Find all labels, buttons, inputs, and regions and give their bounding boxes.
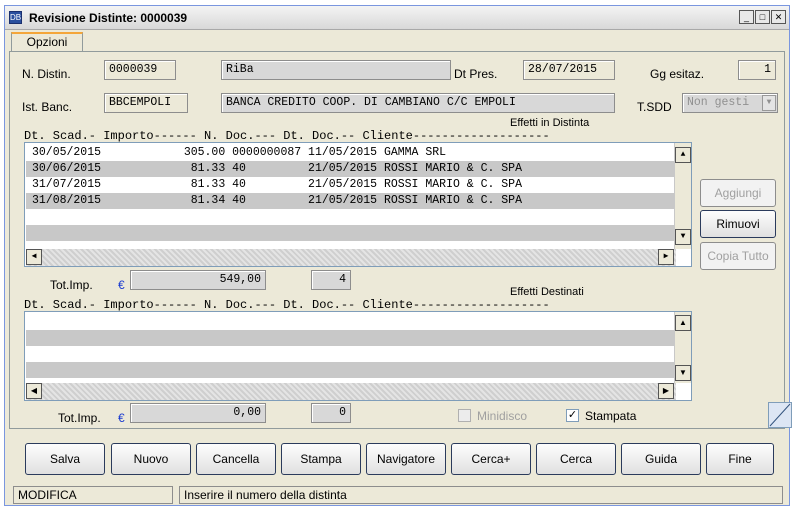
status-mode: MODIFICA [13,486,173,504]
table-row[interactable] [26,346,674,362]
title-bar: DB Revisione Distinte: 0000039 _ □ ✕ [5,6,789,30]
vertical-scrollbar[interactable]: ▲ ▼ [674,143,691,249]
scroll-right-icon[interactable]: ▶ [658,383,674,399]
euro-icon: € [118,411,125,425]
tab-opzioni[interactable]: Opzioni [11,32,83,52]
options-panel: N. Distin. 0000039 RiBa Dt Pres. 28/07/2… [9,51,792,429]
rimuovi-label: Rimuovi [716,217,760,231]
table-row[interactable]: 30/05/2015 305.00 0000000087 11/05/2015 … [26,145,674,161]
table-row[interactable]: 30/06/2015 81.33 40 21/05/2015 ROSSI MAR… [26,161,674,177]
effetti-distinta-title: Effetti in Distinta [510,117,590,129]
effetti-destinati-title: Effetti Destinati [510,286,584,298]
ist-banc-label: Ist. Banc. [22,100,73,114]
main-window: DB Revisione Distinte: 0000039 _ □ ✕ Opz… [4,5,792,506]
scroll-left-icon[interactable]: ◀ [26,383,42,399]
chevron-down-icon: ▼ [762,95,776,111]
gg-esitaz-field[interactable]: 1 [738,60,776,80]
n-distin-label: N. Distin. [22,67,71,81]
table-row[interactable] [26,209,674,225]
minimize-button[interactable]: _ [739,10,754,24]
salva-button[interactable]: Salva [25,443,105,475]
table-row[interactable]: 31/07/2015 81.33 40 21/05/2015 ROSSI MAR… [26,177,674,193]
tsdd-value: Non gesti [687,96,750,109]
cerca-button[interactable]: Cerca [536,443,616,475]
count-dest-field: 0 [311,403,351,423]
table-row[interactable]: 31/08/2015 81.34 40 21/05/2015 ROSSI MAR… [26,193,674,209]
scroll-left-icon[interactable]: ◀ [26,249,42,265]
minidisco-label: Minidisco [477,409,528,423]
table-row[interactable] [26,330,674,346]
table-row[interactable] [26,225,674,241]
cerca-plus-button[interactable]: Cerca+ [451,443,531,475]
count-field: 4 [311,270,351,290]
guida-button[interactable]: Guida [621,443,701,475]
ist-banc-code-field[interactable]: BBCEMPOLI [104,93,188,113]
effetti-destinati-header: Dt. Scad.- Importo------ N. Doc.--- Dt. … [24,298,550,312]
tot-imp-dest-label: Tot.Imp. [58,411,101,425]
gg-esitaz-label: Gg esitaz. [650,67,705,81]
horizontal-scrollbar[interactable]: ◀ ▶ [26,383,676,400]
scroll-down-icon[interactable]: ▼ [675,365,691,381]
aggiungi-button[interactable]: Aggiungi [700,179,776,207]
app-icon: DB [9,11,22,24]
tot-imp-field: 549,00 [130,270,266,290]
copia-tutto-button[interactable]: Copia Tutto [700,242,776,270]
tab-strip: Opzioni [5,30,789,52]
effetti-destinati-grid[interactable]: ▲ ▼ ◀ ▶ [24,311,692,401]
tot-imp-label: Tot.Imp. [50,278,93,292]
stampa-button[interactable]: Stampa [281,443,361,475]
scroll-up-icon[interactable]: ▲ [675,315,691,331]
effetti-distinta-grid[interactable]: 30/05/2015 305.00 0000000087 11/05/2015 … [24,142,692,267]
vertical-scrollbar[interactable]: ▲ ▼ [674,312,691,383]
rimuovi-button[interactable]: Rimuovi [700,210,776,238]
tipo-distinta-field: RiBa [221,60,451,80]
window-title: Revisione Distinte: 0000039 [29,11,188,25]
fine-button[interactable]: Fine [706,443,774,475]
tsdd-label: T.SDD [637,100,672,114]
euro-icon: € [118,278,125,292]
stampata-checkbox[interactable]: ✓ [566,409,579,422]
scroll-right-icon[interactable]: ▶ [658,249,674,265]
table-row[interactable] [26,314,674,330]
resize-corner-icon[interactable] [768,402,792,428]
tot-imp-dest-field: 0,00 [130,403,266,423]
table-row[interactable] [26,362,674,378]
ist-banc-name-field: BANCA CREDITO COOP. DI CAMBIANO C/C EMPO… [221,93,615,113]
navigatore-button[interactable]: Navigatore [366,443,446,475]
dt-pres-label: Dt Pres. [454,67,498,81]
scroll-up-icon[interactable]: ▲ [675,147,691,163]
n-distin-field[interactable]: 0000039 [104,60,176,80]
close-button[interactable]: ✕ [771,10,786,24]
tsdd-select: Non gesti ▼ [682,93,778,113]
dt-pres-field[interactable]: 28/07/2015 [523,60,615,80]
horizontal-scrollbar[interactable]: ◀ ▶ [26,249,676,266]
stampata-label: Stampata [585,409,637,423]
cancella-button[interactable]: Cancella [196,443,276,475]
minidisco-checkbox[interactable] [458,409,471,422]
effetti-distinta-header: Dt. Scad.- Importo------ N. Doc.--- Dt. … [24,129,550,143]
nuovo-button[interactable]: Nuovo [111,443,191,475]
scroll-down-icon[interactable]: ▼ [675,229,691,245]
maximize-button[interactable]: □ [755,10,770,24]
status-message: Inserire il numero della distinta [179,486,783,504]
status-bar: MODIFICA Inserire il numero della distin… [5,484,789,505]
